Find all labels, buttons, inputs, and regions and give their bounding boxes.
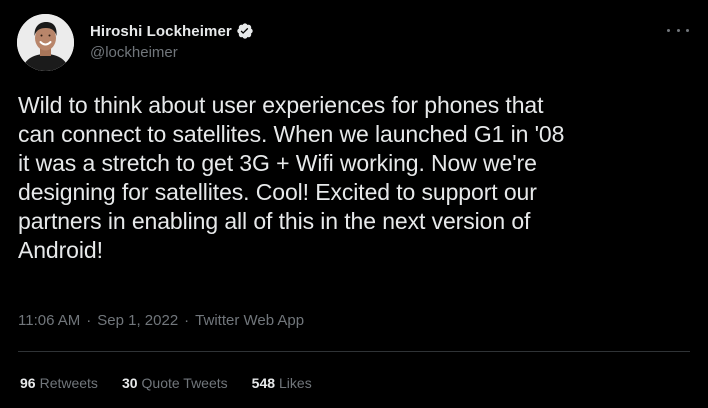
- tweet-header: Hiroshi Lockheimer @lockheimer: [17, 14, 691, 72]
- name-row: Hiroshi Lockheimer: [90, 21, 254, 41]
- quote-tweets-stat[interactable]: 30 Quote Tweets: [122, 375, 228, 391]
- meta-separator: ·: [184, 312, 190, 329]
- retweets-label: Retweets: [39, 375, 98, 391]
- divider: [18, 351, 690, 352]
- quote-tweets-count: 30: [121, 375, 138, 391]
- display-name[interactable]: Hiroshi Lockheimer: [90, 23, 232, 40]
- tweet-date[interactable]: Sep 1, 2022: [97, 312, 178, 329]
- quote-tweets-label: Quote Tweets: [141, 375, 228, 391]
- tweet-meta: 11:06 AM · Sep 1, 2022 · Twitter Web App: [18, 312, 304, 329]
- author-info: Hiroshi Lockheimer @lockheimer: [90, 21, 254, 61]
- tweet-text: Wild to think about user experiences for…: [18, 92, 565, 263]
- tweet-stats: 96 Retweets 30 Quote Tweets 548 Likes: [20, 375, 336, 391]
- avatar[interactable]: [17, 14, 74, 71]
- likes-label: Likes: [279, 375, 312, 391]
- verified-badge-icon: [236, 22, 254, 40]
- likes-count: 548: [251, 375, 276, 391]
- retweets-stat[interactable]: 96 Retweets: [20, 375, 98, 391]
- tweet-time[interactable]: 11:06 AM: [18, 312, 80, 329]
- tweet: Hiroshi Lockheimer @lockheimer Wild to t…: [0, 0, 708, 408]
- avatar-image: [17, 14, 74, 71]
- meta-separator: ·: [86, 312, 92, 329]
- more-options-icon[interactable]: [667, 23, 689, 37]
- tweet-source[interactable]: Twitter Web App: [195, 312, 304, 329]
- retweets-count: 96: [20, 375, 36, 391]
- handle[interactable]: @lockheimer: [90, 44, 254, 61]
- likes-stat[interactable]: 548 Likes: [252, 375, 312, 391]
